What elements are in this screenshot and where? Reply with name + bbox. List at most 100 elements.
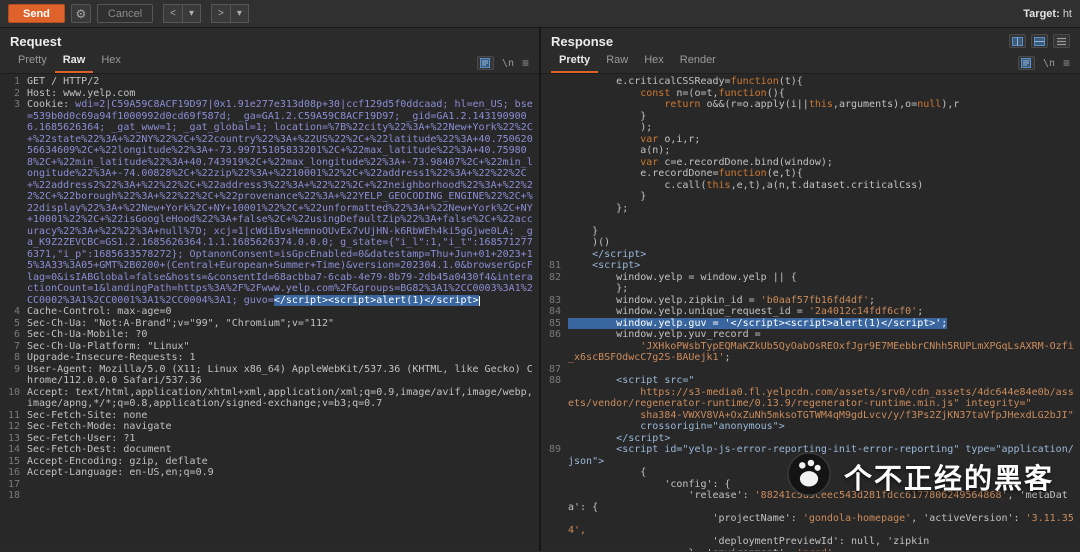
line-number: 4 bbox=[13, 306, 20, 317]
code-line: 'deploymentPreviewId': null, 'zipkin bbox=[568, 536, 930, 547]
response-tabs: Pretty Raw Hex Render \n ≡ bbox=[541, 50, 1080, 74]
request-panel-title: Request bbox=[10, 33, 62, 49]
response-panel: Response Pretty Raw Hex Render \n ≡ e.cr… bbox=[541, 28, 1080, 551]
code-line: https://s3-media0.fl.yelpcdn.com/assets/… bbox=[568, 386, 1074, 410]
code-line: } bbox=[568, 110, 647, 122]
code-line: } bbox=[568, 191, 647, 202]
response-editor-icons: \n ≡ bbox=[1017, 56, 1070, 73]
layout-menu-icon[interactable] bbox=[1053, 34, 1070, 48]
line-number: 81 bbox=[548, 260, 561, 271]
nonprintable-toggle-icon[interactable]: \n bbox=[502, 58, 514, 69]
code-line: 18 bbox=[0, 490, 539, 502]
code-line: }, 'environment': 'prod', bbox=[541, 548, 1080, 552]
code-line: { bbox=[568, 467, 647, 478]
code-line: var o,i,r; bbox=[640, 133, 701, 145]
layout-columns-icon[interactable] bbox=[1009, 34, 1026, 48]
code-line: 87 bbox=[541, 364, 1080, 376]
tab-pretty[interactable]: Pretty bbox=[551, 51, 599, 73]
code-line: sha384-VWXV8VA+OxZuNh5mksoTGTWM4qM9gdLvc… bbox=[640, 409, 1074, 421]
code-line: }; bbox=[568, 283, 629, 294]
code-line: e.recordDone=function(e,t){ bbox=[568, 168, 803, 179]
code-line: 1 GET / HTTP/2 bbox=[0, 76, 539, 88]
code-line: </script> bbox=[616, 432, 671, 444]
code-line: )() bbox=[568, 237, 611, 248]
editor-settings-icon[interactable] bbox=[476, 56, 494, 70]
nonprintable-toggle-icon[interactable]: \n bbox=[1043, 58, 1055, 69]
line-number: 5 bbox=[13, 317, 20, 329]
code-line: </script> bbox=[592, 248, 647, 260]
history-forward-group: > ▾ bbox=[211, 4, 249, 23]
editor-menu-icon[interactable]: ≡ bbox=[1063, 56, 1070, 70]
code-line: 88 <script src=" bbox=[541, 375, 1080, 387]
code-line: e.criticalCSSReady=function(t){ bbox=[568, 76, 803, 87]
history-forward-dropdown-icon[interactable]: ▾ bbox=[230, 4, 249, 23]
code-line: 16 Accept-Language: en-US,en;q=0.9 bbox=[0, 467, 539, 479]
line-number: 3 bbox=[13, 99, 20, 110]
toolbar: Send ⚙ Cancel < ▾ > ▾ Target: ht bbox=[0, 0, 1080, 28]
code-line: 82 window.yelp = window.yelp || { bbox=[541, 272, 1080, 284]
code-line: 4 Cache-Control: max-age=0 bbox=[0, 306, 539, 318]
code-line: crossorigin="anonymous"> bbox=[640, 421, 785, 432]
request-editor[interactable]: 1 GET / HTTP/2 2 Host: www.yelp.com 3 Cookie:… bbox=[0, 74, 539, 551]
request-panel: Request Pretty Raw Hex \n ≡ 1 GET / HTTP/2 2… bbox=[0, 28, 541, 551]
response-panel-header: Response bbox=[541, 28, 1080, 50]
target-indicator: Target: ht bbox=[1023, 8, 1072, 20]
tab-render[interactable]: Render bbox=[672, 51, 724, 73]
line-number: 6 bbox=[13, 329, 20, 340]
request-panel-header: Request bbox=[0, 28, 539, 50]
request-settings-gear-icon[interactable]: ⚙ bbox=[70, 4, 91, 23]
code-line: 3 Cookie: wdi=2|C59A59C8ACF19D97|0x1.91e2… bbox=[0, 99, 539, 306]
response-layout-icons bbox=[1009, 34, 1070, 48]
request-tabs: Pretty Raw Hex \n ≡ bbox=[0, 50, 539, 74]
history-back-button[interactable]: < bbox=[163, 4, 183, 23]
send-button[interactable]: Send bbox=[8, 4, 65, 23]
code-line: return o&&(r=o.apply(i||this,arguments),… bbox=[664, 99, 960, 110]
code-line: 9 User-Agent: Mozilla/5.0 (X11; Linux x86… bbox=[0, 364, 539, 387]
history-back-group: < ▾ bbox=[163, 4, 202, 23]
line-number: 86 bbox=[548, 329, 561, 340]
line-number: 85 bbox=[548, 317, 561, 329]
tab-raw[interactable]: Raw bbox=[598, 51, 636, 73]
code-line: 2 Host: www.yelp.com bbox=[0, 88, 539, 100]
code-line: 81 <script> bbox=[541, 260, 1080, 272]
code-line: 7 Sec-Ch-Ua-Platform: "Linux" bbox=[0, 341, 539, 353]
line-number: 87 bbox=[548, 363, 561, 375]
code-line: 6 Sec-Ch-Ua-Mobile: ?0 bbox=[0, 329, 539, 341]
request-editor-icons: \n ≡ bbox=[476, 56, 529, 73]
target-label: Target: bbox=[1023, 7, 1060, 20]
code-line: 14 Sec-Fetch-Dest: document bbox=[0, 444, 539, 456]
layout-rows-icon[interactable] bbox=[1031, 34, 1048, 48]
tab-pretty[interactable]: Pretty bbox=[10, 51, 55, 73]
line-number: 9 bbox=[13, 363, 20, 375]
code-line: 10 Accept: text/html,application/xhtml+xm… bbox=[0, 387, 539, 410]
line-number: 12 bbox=[7, 421, 20, 432]
code-line: 89 <script id="yelp-js-error-reporting-i… bbox=[541, 444, 1080, 467]
response-editor[interactable]: e.criticalCSSReady=function(t){ const n=… bbox=[541, 74, 1080, 551]
burp-repeater-window: Send ⚙ Cancel < ▾ > ▾ Target: ht Request… bbox=[0, 0, 1080, 552]
line-number: 14 bbox=[7, 444, 20, 455]
line-number: 18 bbox=[7, 490, 20, 501]
line-number: 82 bbox=[548, 271, 561, 283]
code-line: 13 Sec-Fetch-User: ?1 bbox=[0, 433, 539, 445]
tab-raw[interactable]: Raw bbox=[54, 51, 94, 73]
line-number: 83 bbox=[548, 294, 561, 306]
line-number: 88 bbox=[548, 375, 561, 386]
tab-hex[interactable]: Hex bbox=[93, 51, 129, 73]
code-line: 11 Sec-Fetch-Site: none bbox=[0, 410, 539, 422]
line-number: 17 bbox=[7, 478, 20, 490]
editor-menu-icon[interactable]: ≡ bbox=[522, 56, 529, 70]
code-line: 83 window.yelp.zipkin_id = 'b0aaf57fb16f… bbox=[541, 295, 1080, 307]
line-number: 7 bbox=[13, 340, 20, 352]
request-response-split: Request Pretty Raw Hex \n ≡ 1 GET / HTTP/2 2… bbox=[0, 28, 1080, 551]
history-back-dropdown-icon[interactable]: ▾ bbox=[183, 4, 202, 23]
response-panel-title: Response bbox=[551, 33, 614, 49]
line-number: 13 bbox=[7, 432, 20, 444]
code-line: ); bbox=[568, 122, 653, 133]
line-number: 1 bbox=[13, 76, 20, 87]
tab-hex[interactable]: Hex bbox=[636, 51, 672, 73]
line-number: 15 bbox=[7, 455, 20, 467]
history-forward-button[interactable]: > bbox=[211, 4, 231, 23]
code-line: } bbox=[568, 225, 599, 237]
editor-settings-icon[interactable] bbox=[1017, 56, 1035, 70]
cancel-button[interactable]: Cancel bbox=[96, 4, 154, 23]
